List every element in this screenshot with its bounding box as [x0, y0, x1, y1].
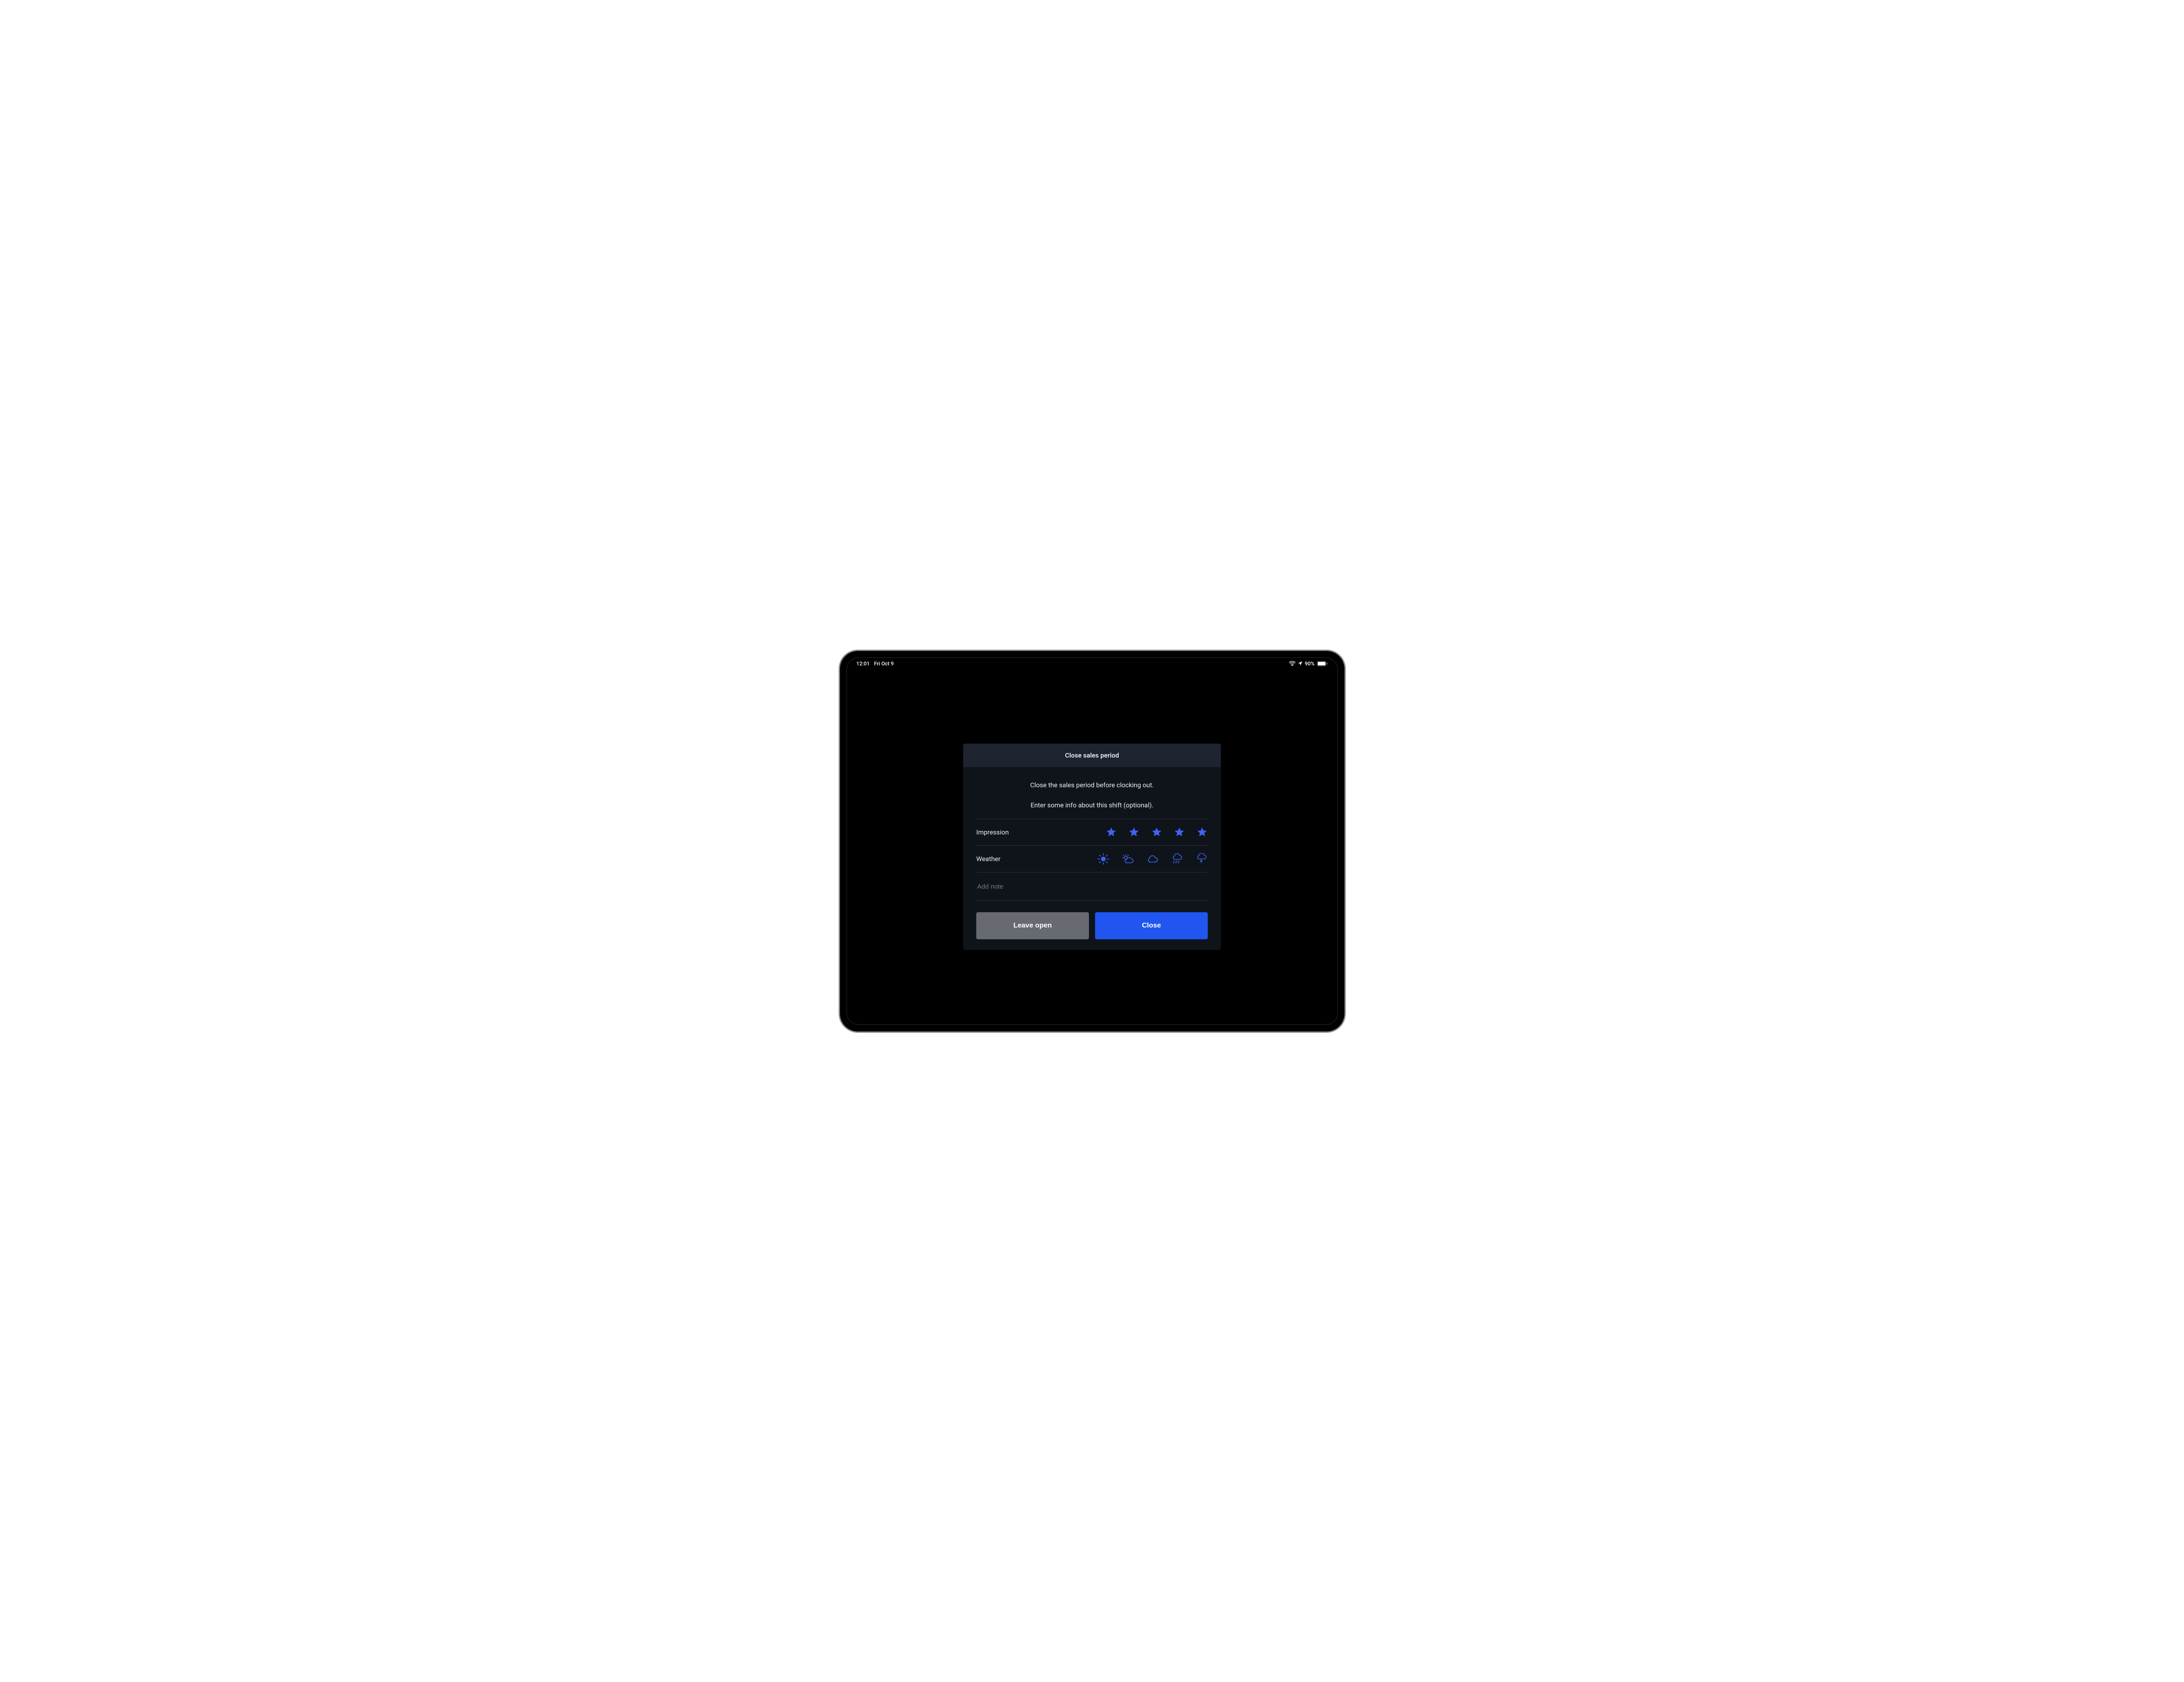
wifi-icon	[1289, 661, 1296, 666]
note-row	[976, 872, 1208, 901]
close-button[interactable]: Close	[1095, 912, 1208, 939]
dialog-title: Close sales period	[963, 744, 1221, 767]
ipad-frame: 12:01 Fri Oct 9 90%	[839, 650, 1346, 1033]
star-icon[interactable]	[1151, 827, 1162, 838]
weather-partly-cloudy-icon[interactable]	[1121, 853, 1134, 865]
note-input[interactable]	[976, 883, 1209, 891]
star-icon[interactable]	[1106, 827, 1117, 838]
dialog-message-secondary: Enter some info about this shift (option…	[976, 801, 1208, 809]
weather-rain-icon[interactable]	[1170, 853, 1183, 865]
weather-row: Weather	[976, 845, 1208, 872]
impression-label: Impression	[976, 828, 1009, 836]
weather-sunny-icon[interactable]	[1097, 853, 1110, 865]
star-icon[interactable]	[1196, 827, 1208, 838]
statusbar-battery-pct: 90%	[1305, 661, 1314, 667]
weather-label: Weather	[976, 855, 1000, 863]
weather-thunder-icon[interactable]	[1195, 853, 1208, 865]
dialog-button-row: Leave open Close	[976, 912, 1208, 939]
close-sales-period-dialog: Close sales period Close the sales perio…	[963, 744, 1221, 950]
impression-rating-group	[1106, 827, 1208, 838]
statusbar-time: 12:01	[857, 661, 870, 667]
star-icon[interactable]	[1128, 827, 1140, 838]
device-screen: 12:01 Fri Oct 9 90%	[847, 658, 1338, 1025]
impression-row: Impression	[976, 819, 1208, 845]
app-body: Close sales period Close the sales perio…	[847, 669, 1337, 1024]
star-icon[interactable]	[1174, 827, 1185, 838]
weather-option-group	[1097, 853, 1208, 865]
battery-icon	[1317, 661, 1328, 666]
location-icon	[1298, 661, 1303, 666]
weather-cloudy-icon[interactable]	[1146, 853, 1159, 865]
dialog-message-primary: Close the sales period before clocking o…	[976, 781, 1208, 789]
leave-open-button[interactable]: Leave open	[976, 912, 1089, 939]
status-bar: 12:01 Fri Oct 9 90%	[847, 658, 1337, 669]
statusbar-date: Fri Oct 9	[874, 661, 894, 667]
